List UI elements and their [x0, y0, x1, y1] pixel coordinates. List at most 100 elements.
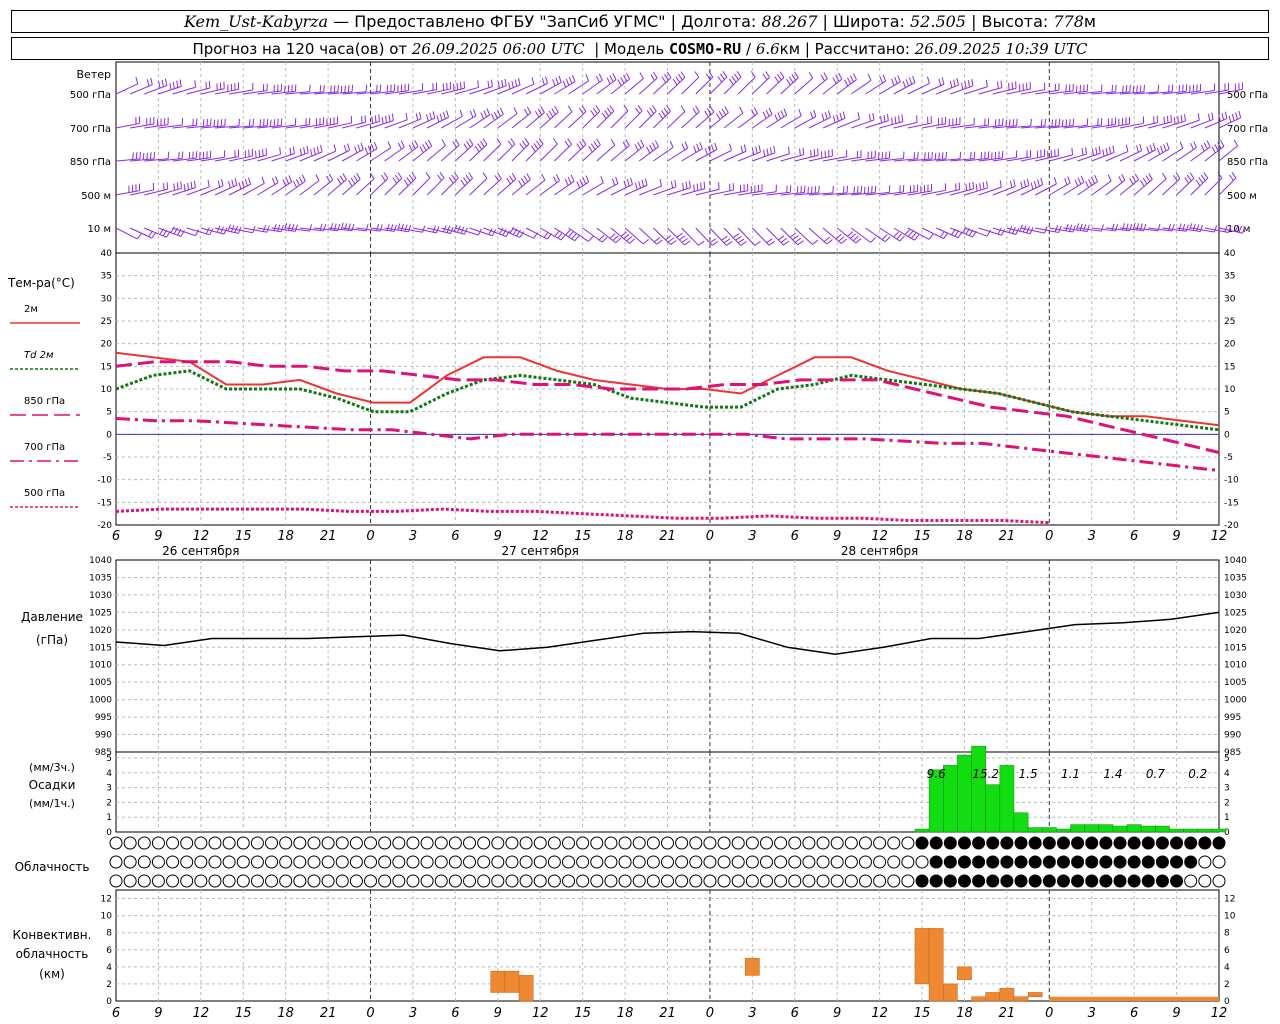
- wind-barb-feather: [426, 114, 429, 122]
- wind-barb-feather: [635, 107, 640, 114]
- wind-barb-feather: [615, 237, 622, 244]
- wind-barb-feather: [504, 78, 507, 86]
- cloud-symbol: [929, 855, 943, 869]
- wind-barb-feather: [1179, 141, 1184, 149]
- precip-sum-label: 1.5: [1019, 767, 1038, 781]
- cloud-symbol: [1141, 836, 1155, 850]
- wind-barb-feather: [453, 83, 455, 91]
- wind-barb-feather: [847, 231, 854, 237]
- x-tick-label: 6: [1130, 529, 1138, 544]
- x-tick-label: 18: [277, 1006, 294, 1021]
- precip-bar: [1155, 825, 1170, 833]
- wind-barb-feather: [596, 138, 601, 146]
- conv-tick-left: 10: [101, 912, 113, 922]
- wind-barb-feather: [265, 148, 268, 156]
- day-label: 28 сентября: [841, 544, 918, 558]
- wind-barb-feather: [588, 145, 593, 153]
- wind-barb-feather: [783, 240, 790, 246]
- wind-barb-feather: [1107, 174, 1112, 182]
- legend-label-t850: 850 гПа: [24, 396, 65, 407]
- wind-barb-feather: [534, 110, 540, 118]
- wind-barb-feather: [970, 151, 972, 160]
- wind-barb: [1176, 119, 1200, 129]
- cloud-symbol: [604, 836, 618, 850]
- wind-barb-feather: [972, 181, 975, 189]
- wind-barb-feather: [1180, 115, 1183, 123]
- x-tick-label: 18: [956, 529, 973, 544]
- wind-barb: [596, 110, 615, 129]
- wind-barb-feather: [610, 138, 616, 146]
- wind-barb-feather: [672, 78, 678, 86]
- wind-barb-feather: [708, 71, 714, 78]
- x-tick-label: 6: [112, 1006, 120, 1021]
- pressure-tick-right: 1030: [1224, 591, 1247, 601]
- cloud-symbol: [943, 855, 957, 869]
- cloud-symbol: [222, 855, 236, 869]
- wind-barb-feather: [333, 85, 336, 93]
- wind-barb-feather: [173, 183, 176, 191]
- wind-barb-feather: [1214, 144, 1219, 151]
- wind-barb-feather: [600, 176, 604, 183]
- cloud-symbol: [491, 855, 505, 869]
- wind-barb-feather: [1171, 84, 1174, 92]
- cloud-symbol: [618, 874, 632, 888]
- cloud-symbol: [420, 836, 434, 850]
- wind-barb-feather: [592, 107, 598, 115]
- wind-barb-feather: [439, 172, 445, 179]
- wind-level-label-right: 10 м: [1227, 224, 1250, 235]
- wind-barb-feather: [739, 106, 744, 114]
- wind-barb-feather: [874, 185, 877, 193]
- cloud-symbol: [349, 855, 363, 869]
- wind-barb-feather: [161, 79, 164, 87]
- wind-barb-feather: [1013, 179, 1016, 187]
- wind-barb-feather: [1064, 178, 1068, 186]
- wind-barb-feather: [1189, 223, 1193, 231]
- wind-barb-feather: [905, 79, 910, 87]
- x-tick-label: 9: [494, 1006, 502, 1021]
- cloud-symbol: [1184, 874, 1198, 888]
- wind-barb: [130, 189, 154, 196]
- wind-barb-feather: [217, 180, 221, 188]
- wind-barb-feather: [1196, 224, 1200, 232]
- wind-barb-feather: [593, 141, 599, 148]
- wind-barb-feather: [258, 149, 261, 157]
- wind-barb-feather: [842, 186, 845, 194]
- x-tick-label: 9: [833, 529, 841, 544]
- cloud-symbol: [802, 874, 816, 888]
- wind-barb-feather: [381, 174, 386, 182]
- wind-barb-feather: [826, 239, 833, 245]
- wind-barb-feather: [832, 185, 834, 193]
- temp-tick-right: 15: [1224, 362, 1235, 372]
- cloud-symbol: [180, 855, 194, 869]
- temp-title: Тем-ра(°C): [7, 276, 75, 290]
- wind-barb-feather: [779, 71, 785, 78]
- wind-barb-feather: [1195, 179, 1201, 187]
- cloud-symbol: [1113, 874, 1127, 888]
- precip-bar: [1098, 824, 1114, 833]
- temp-series-t700: [115, 417, 1220, 473]
- precip-bar: [957, 754, 972, 833]
- wind-barb-feather: [763, 149, 766, 157]
- wind-barb-feather: [898, 115, 900, 123]
- wind-barb-feather: [773, 145, 776, 154]
- convective-bar: [943, 983, 958, 1002]
- wind-barb-feather: [768, 107, 773, 115]
- wind-barb: [525, 82, 548, 95]
- wind-barb-feather: [726, 241, 733, 246]
- wind-barb-feather: [437, 174, 442, 181]
- wind-barb-feather: [468, 138, 474, 146]
- cloud-symbol: [392, 874, 406, 888]
- wind-barb-feather: [707, 108, 712, 115]
- wind-barb-feather: [684, 240, 691, 246]
- wind-barb-feather: [439, 113, 443, 121]
- cloud-symbol: [307, 855, 321, 869]
- wind-barb-feather: [576, 181, 581, 189]
- wind-barb: [1034, 183, 1057, 196]
- x-tick-label: 9: [1172, 1006, 1180, 1021]
- wind-barb-feather: [499, 107, 504, 115]
- cloud-symbol: [1141, 874, 1155, 888]
- wind-barb-feather: [1235, 112, 1238, 120]
- x-tick-label: 15: [574, 529, 591, 544]
- wind-barb-feather: [518, 77, 521, 86]
- conv-tick-left: 0: [106, 997, 112, 1007]
